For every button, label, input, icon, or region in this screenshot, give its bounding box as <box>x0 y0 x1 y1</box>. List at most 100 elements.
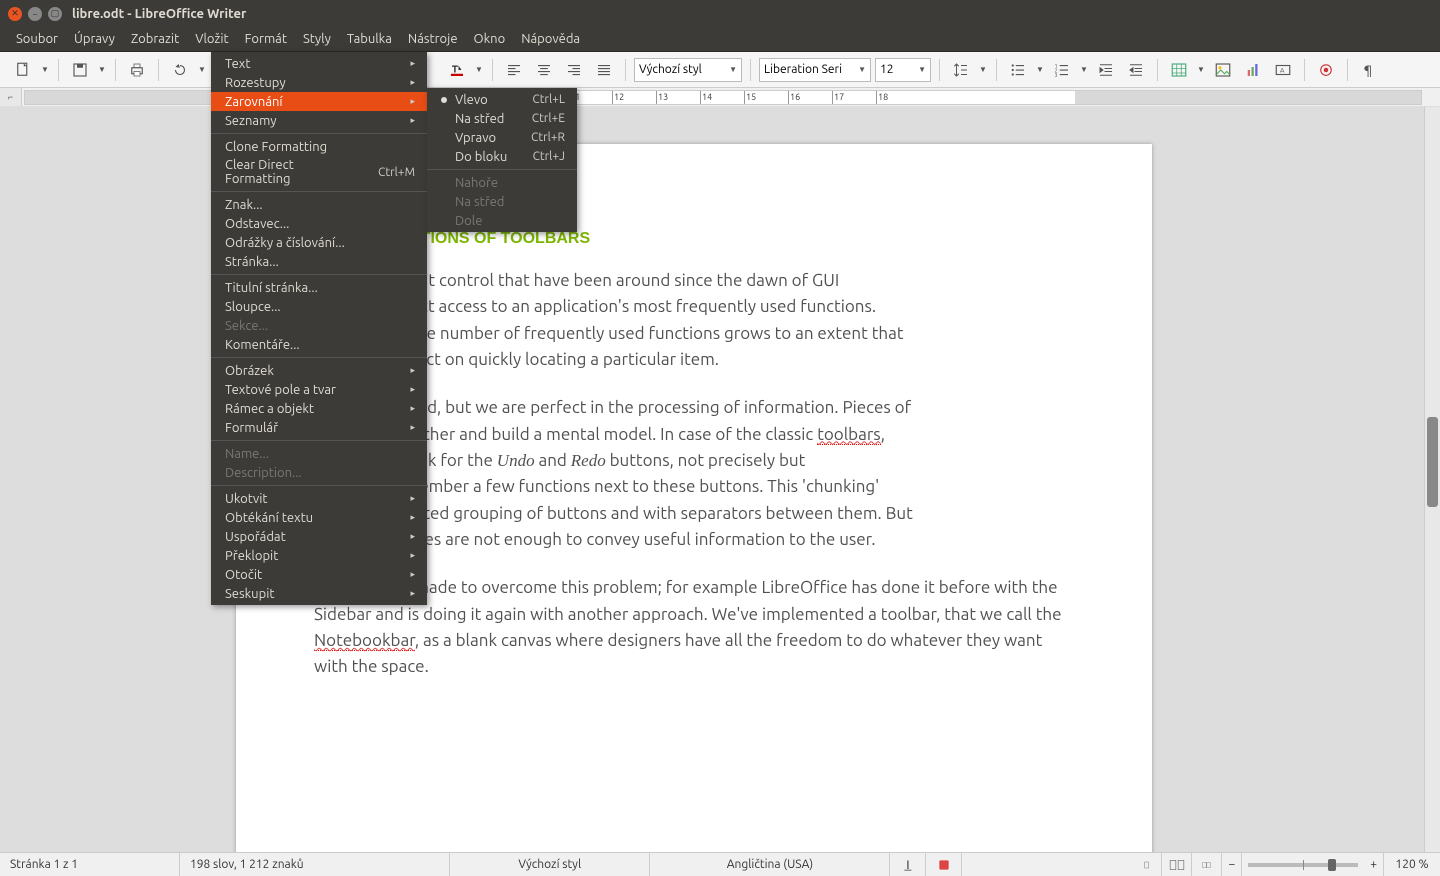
insert-textbox-button[interactable]: A <box>1270 57 1296 83</box>
undo-button[interactable] <box>167 57 193 83</box>
status-page[interactable]: Stránka 1 z 1 <box>0 853 180 876</box>
format-menu-item-13[interactable]: Titulní stránka... <box>211 278 427 297</box>
menu-tabulka[interactable]: Tabulka <box>339 29 400 49</box>
format-menu-item-8[interactable]: Znak... <box>211 195 427 214</box>
window-maximize-button[interactable]: ▢ <box>48 7 62 21</box>
align-submenu-item-5: Nahoře <box>427 173 577 192</box>
insert-image-button[interactable] <box>1210 57 1236 83</box>
zoom-out-button[interactable]: − <box>1222 853 1242 876</box>
format-menu-item-31[interactable]: Seskupit▸ <box>211 584 427 603</box>
doc-paragraph-3: ts have been made to overcome this probl… <box>314 575 1074 680</box>
svg-text:3: 3 <box>1055 71 1058 77</box>
doc-heading: THE RESTRICTIONS OF TOOLBARS <box>314 230 1074 248</box>
vertical-scrollbar[interactable] <box>1424 107 1440 852</box>
menu-format[interactable]: Formát <box>237 29 295 49</box>
align-submenu-item-6: Na střed <box>427 192 577 211</box>
align-center-button[interactable] <box>531 57 557 83</box>
print-button[interactable] <box>124 57 150 83</box>
bullet-list-dropdown[interactable]: ▼ <box>1035 57 1045 83</box>
align-left-button[interactable] <box>501 57 527 83</box>
format-menu-item-2[interactable]: Zarovnání▸ <box>211 92 427 111</box>
format-menu-item-20[interactable]: Rámec a objekt▸ <box>211 399 427 418</box>
menu-napoveda[interactable]: Nápověda <box>513 29 588 49</box>
menu-okno[interactable]: Okno <box>466 29 514 49</box>
font-color-dropdown[interactable]: ▼ <box>474 57 484 83</box>
ruler-corner[interactable]: ⌐ <box>0 88 22 106</box>
insert-table-dropdown[interactable]: ▼ <box>1196 57 1206 83</box>
decrease-indent-button[interactable] <box>1123 57 1149 83</box>
save-button[interactable] <box>67 57 93 83</box>
font-size-combo[interactable]: 12▼ <box>875 58 931 82</box>
zoom-slider[interactable] <box>1248 863 1358 867</box>
status-view-single-icon[interactable] <box>1132 853 1162 876</box>
menu-vlozit[interactable]: Vložit <box>187 29 236 49</box>
status-signature-icon[interactable] <box>926 853 962 876</box>
format-menu-item-14[interactable]: Sloupce... <box>211 297 427 316</box>
format-menu-item-30[interactable]: Otočit▸ <box>211 565 427 584</box>
menu-upravy[interactable]: Úpravy <box>66 29 123 49</box>
insert-chart-button[interactable] <box>1240 57 1266 83</box>
format-menu-item-0[interactable]: Text▸ <box>211 54 427 73</box>
window-titlebar: ✕ − ▢ libre.odt - LibreOffice Writer <box>0 0 1440 27</box>
status-style[interactable]: Výchozí styl <box>450 853 650 876</box>
format-menu-item-24: Description... <box>211 463 427 482</box>
format-menu-item-16[interactable]: Komentáře... <box>211 335 427 354</box>
insert-table-button[interactable] <box>1166 57 1192 83</box>
doc-paragraph-1: common toolkit control that have been ar… <box>314 268 1074 373</box>
zoom-slider-thumb[interactable] <box>1328 859 1336 871</box>
numbered-list-dropdown[interactable]: ▼ <box>1079 57 1089 83</box>
status-wordcount[interactable]: 198 slov, 1 212 znaků <box>180 853 450 876</box>
align-submenu-item-3[interactable]: Do blokuCtrl+J <box>427 147 577 166</box>
format-menu-item-21[interactable]: Formulář▸ <box>211 418 427 437</box>
new-doc-dropdown[interactable]: ▼ <box>40 57 50 83</box>
line-spacing-button[interactable] <box>948 57 974 83</box>
align-submenu-item-1[interactable]: Na středCtrl+E <box>427 109 577 128</box>
status-view-multi-icon[interactable] <box>1162 853 1192 876</box>
undo-dropdown[interactable]: ▼ <box>197 57 207 83</box>
bullet-list-button[interactable] <box>1005 57 1031 83</box>
window-minimize-button[interactable]: − <box>28 7 42 21</box>
new-doc-button[interactable] <box>10 57 36 83</box>
align-submenu-dropdown: VlevoCtrl+LNa středCtrl+EVpravoCtrl+RDo … <box>427 88 577 232</box>
align-right-button[interactable] <box>561 57 587 83</box>
scrollbar-thumb[interactable] <box>1427 417 1438 507</box>
format-menu-item-18[interactable]: Obrázek▸ <box>211 361 427 380</box>
status-language[interactable]: Angličtina (USA) <box>650 853 890 876</box>
format-menu-item-27[interactable]: Obtékání textu▸ <box>211 508 427 527</box>
align-justify-button[interactable] <box>591 57 617 83</box>
window-close-button[interactable]: ✕ <box>8 7 22 21</box>
format-menu-item-11[interactable]: Stránka... <box>211 252 427 271</box>
format-menu-item-10[interactable]: Odrážky a číslování... <box>211 233 427 252</box>
status-view-book-icon[interactable] <box>1192 853 1222 876</box>
status-zoom[interactable]: 120 % <box>1384 853 1440 876</box>
numbered-list-button[interactable]: 123 <box>1049 57 1075 83</box>
save-dropdown[interactable]: ▼ <box>97 57 107 83</box>
format-menu-item-6[interactable]: Clear Direct FormattingCtrl+M <box>211 156 427 188</box>
menu-styly[interactable]: Styly <box>295 29 339 49</box>
menu-zobrazit[interactable]: Zobrazit <box>123 29 187 49</box>
status-insert-mode[interactable]: I̲ <box>890 853 926 876</box>
format-menu-item-9[interactable]: Odstavec... <box>211 214 427 233</box>
format-menu-item-28[interactable]: Uspořádat▸ <box>211 527 427 546</box>
align-submenu-item-0[interactable]: VlevoCtrl+L <box>427 90 577 109</box>
line-spacing-dropdown[interactable]: ▼ <box>978 57 988 83</box>
format-menu-item-26[interactable]: Ukotvit▸ <box>211 489 427 508</box>
format-menu-item-1[interactable]: Rozestupy▸ <box>211 73 427 92</box>
svg-text:A: A <box>1280 67 1285 74</box>
menu-nastroje[interactable]: Nástroje <box>400 29 466 49</box>
format-menu-item-5[interactable]: Clone Formatting <box>211 137 427 156</box>
format-menu-item-15: Sekce... <box>211 316 427 335</box>
font-color-button[interactable]: T <box>444 57 470 83</box>
zoom-in-button[interactable]: + <box>1364 853 1384 876</box>
menu-soubor[interactable]: Soubor <box>8 29 66 49</box>
paragraph-style-combo[interactable]: Výchozí styl▼ <box>634 58 742 82</box>
formatting-marks-button[interactable]: ¶ <box>1356 57 1382 83</box>
font-name-combo[interactable]: Liberation Seri▼ <box>759 58 871 82</box>
menubar: Soubor Úpravy Zobrazit Vložit Formát Sty… <box>0 27 1440 52</box>
align-submenu-item-2[interactable]: VpravoCtrl+R <box>427 128 577 147</box>
format-menu-item-19[interactable]: Textové pole a tvar▸ <box>211 380 427 399</box>
record-changes-button[interactable] <box>1313 57 1339 83</box>
format-menu-item-29[interactable]: Překlopit▸ <box>211 546 427 565</box>
increase-indent-button[interactable] <box>1093 57 1119 83</box>
format-menu-item-3[interactable]: Seznamy▸ <box>211 111 427 130</box>
